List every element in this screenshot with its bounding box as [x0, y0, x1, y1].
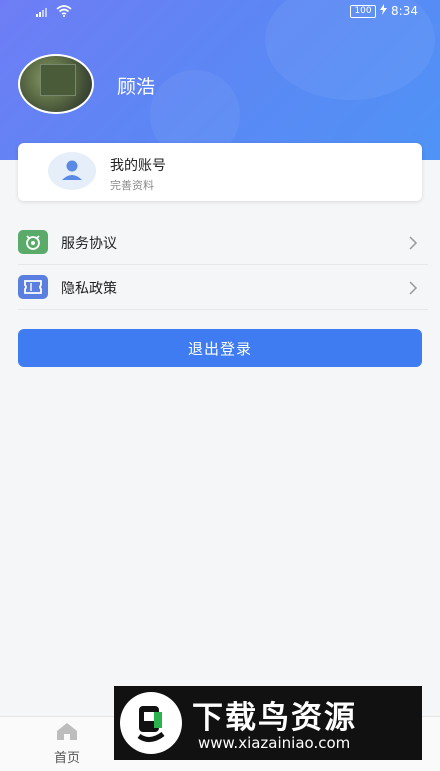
ticket-icon — [18, 275, 48, 299]
user-name: 顾浩 — [117, 76, 156, 98]
watermark-url: www.xiazainiao.com — [198, 734, 351, 752]
avatar[interactable] — [18, 54, 94, 114]
tab-home-label: 首页 — [54, 751, 81, 766]
menu-item-label: 隐私政策 — [61, 281, 117, 297]
logout-button[interactable]: 退出登录 — [18, 329, 422, 367]
chevron-right-icon — [409, 280, 418, 299]
menu-item-label: 服务协议 — [61, 236, 117, 252]
watermark-logo — [120, 692, 182, 754]
agreement-icon — [18, 230, 48, 254]
tab-home[interactable]: 首页 — [54, 721, 80, 766]
menu-item-privacy-policy[interactable]: 隐私政策 — [18, 265, 428, 310]
avatar-photo — [40, 64, 76, 96]
status-bar: 100 8:34 — [0, 0, 440, 24]
cellular-signal-icon — [36, 6, 50, 20]
user-icon — [48, 152, 96, 190]
account-subtitle: 完善资料 — [110, 179, 154, 192]
menu-item-service-agreement[interactable]: 服务协议 — [18, 220, 428, 265]
home-icon — [55, 723, 79, 745]
chevron-right-icon — [409, 235, 418, 254]
status-time: 8:34 — [391, 4, 418, 18]
watermark: 下载鸟资源 www.xiazainiao.com — [114, 686, 422, 760]
battery-icon: 100 — [350, 4, 377, 18]
watermark-text: 下载鸟资源 — [192, 700, 357, 736]
wifi-icon — [56, 5, 72, 20]
account-card[interactable]: 我的账号 完善资料 — [18, 143, 422, 201]
account-title: 我的账号 — [110, 158, 166, 174]
settings-menu: 服务协议 隐私政策 — [18, 220, 428, 310]
charging-icon — [380, 4, 388, 18]
